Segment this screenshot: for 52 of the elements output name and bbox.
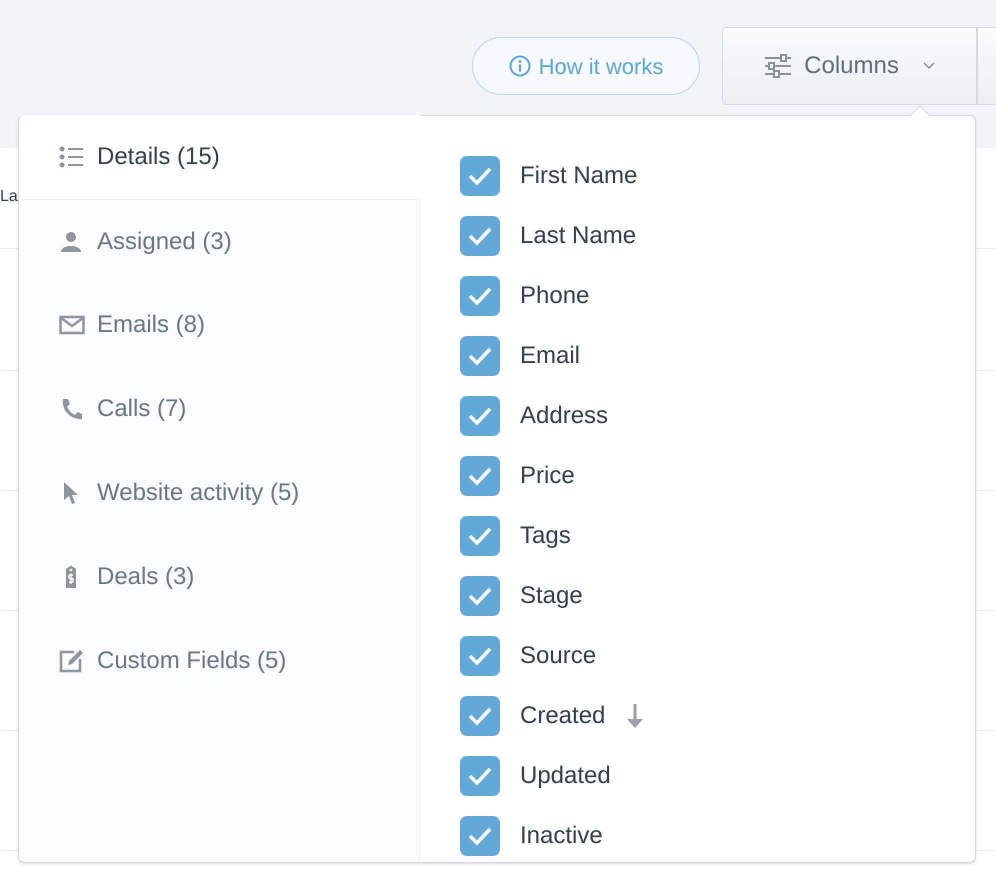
checkbox[interactable] bbox=[460, 156, 500, 196]
field-label: Email bbox=[520, 341, 580, 371]
check-icon bbox=[467, 406, 493, 426]
columns-button[interactable]: Columns bbox=[722, 27, 977, 105]
how-it-works-button[interactable]: How it works bbox=[472, 37, 700, 95]
checkbox[interactable] bbox=[460, 516, 500, 556]
check-icon bbox=[467, 646, 493, 666]
category-tab[interactable]: Calls (7) bbox=[19, 367, 420, 451]
checkbox[interactable] bbox=[460, 276, 500, 316]
category-tab[interactable]: Custom Fields (5) bbox=[19, 619, 420, 703]
info-icon bbox=[508, 55, 531, 77]
checkbox[interactable] bbox=[460, 696, 500, 736]
edit-icon bbox=[59, 649, 85, 673]
checkbox[interactable] bbox=[460, 336, 500, 376]
check-icon bbox=[467, 226, 493, 246]
check-icon bbox=[467, 466, 493, 486]
checkbox[interactable] bbox=[460, 216, 500, 256]
column-header: La bbox=[0, 187, 18, 207]
check-icon bbox=[467, 286, 493, 306]
checkbox[interactable] bbox=[460, 576, 500, 616]
list-icon bbox=[59, 145, 85, 169]
field-label: Stage bbox=[520, 581, 583, 611]
field-label: Tags bbox=[520, 521, 571, 551]
checkbox[interactable] bbox=[460, 636, 500, 676]
field-label: Last Name bbox=[520, 221, 636, 251]
check-icon bbox=[467, 826, 493, 846]
category-tab[interactable]: Emails (8) bbox=[19, 283, 420, 367]
check-icon bbox=[467, 346, 493, 366]
category-tab[interactable]: Details (15) bbox=[19, 115, 421, 199]
field-label: Source bbox=[520, 641, 596, 671]
sliders-icon bbox=[764, 54, 792, 78]
field-label: Price bbox=[520, 461, 575, 491]
checkbox[interactable] bbox=[460, 396, 500, 436]
envelope-icon bbox=[59, 313, 85, 337]
checkbox[interactable] bbox=[460, 756, 500, 796]
caret-icon bbox=[922, 62, 935, 70]
check-icon bbox=[467, 166, 493, 186]
category-tab[interactable]: Deals (3) bbox=[19, 535, 420, 619]
check-icon bbox=[467, 766, 493, 786]
category-tab[interactable]: Website activity (5) bbox=[19, 451, 420, 535]
field-label: Address bbox=[520, 401, 608, 431]
field-label: Updated bbox=[520, 761, 611, 791]
field-label: Inactive bbox=[520, 821, 603, 851]
check-icon bbox=[467, 526, 493, 546]
field-label: Created bbox=[520, 701, 606, 731]
check-icon bbox=[467, 586, 493, 606]
field-label: Phone bbox=[520, 281, 590, 311]
check-icon bbox=[467, 706, 493, 726]
checkbox[interactable] bbox=[460, 456, 500, 496]
checkbox[interactable] bbox=[460, 816, 500, 856]
field-label: First Name bbox=[520, 161, 638, 191]
category-tab[interactable]: Assigned (3) bbox=[19, 199, 420, 283]
